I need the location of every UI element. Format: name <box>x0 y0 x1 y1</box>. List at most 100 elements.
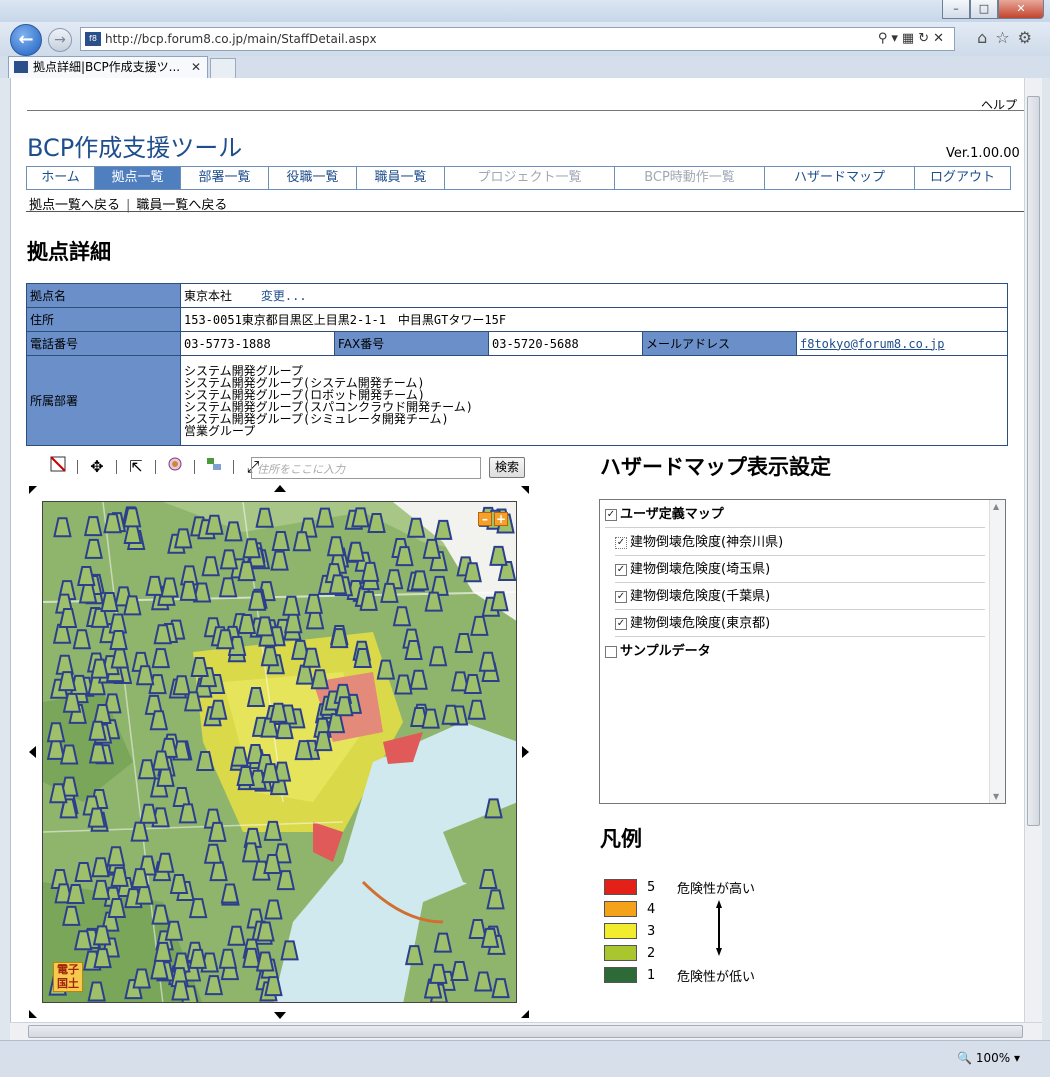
hazard-marker[interactable] <box>270 550 289 571</box>
tab-site-detail[interactable]: 拠点詳細|BCP作成支援ツ... ✕ <box>8 56 208 78</box>
hazard-marker[interactable] <box>93 704 112 725</box>
hazard-marker[interactable] <box>164 920 184 941</box>
hazard-marker[interactable] <box>100 592 119 613</box>
hazard-marker[interactable] <box>203 843 223 864</box>
hazard-marker[interactable] <box>103 513 122 534</box>
hazard-marker[interactable] <box>484 798 503 819</box>
hazard-marker[interactable] <box>292 531 312 552</box>
hazard-marker[interactable] <box>242 538 261 559</box>
pan-right-icon[interactable] <box>522 746 529 758</box>
hazard-marker[interactable] <box>72 629 92 650</box>
hazard-marker[interactable] <box>424 591 444 612</box>
tree-scrollbar[interactable]: ▲ ▼ <box>989 500 1005 803</box>
hazard-marker[interactable] <box>73 930 93 951</box>
hazard-marker[interactable] <box>188 898 208 919</box>
checkbox-sample-data[interactable] <box>605 646 617 658</box>
nav-logout[interactable]: ログアウト <box>915 167 1010 189</box>
hazard-marker[interactable] <box>263 854 282 875</box>
nav-positions[interactable]: 役職一覧 <box>269 167 357 189</box>
nav-projects[interactable]: プロジェクト一覧 <box>445 167 615 189</box>
hazard-marker[interactable] <box>433 519 453 540</box>
tree-item-user-map[interactable]: ✓ ユーザ定義マップ <box>605 502 985 528</box>
hazard-marker[interactable] <box>304 593 324 614</box>
zoom-out-icon[interactable]: – <box>478 512 492 526</box>
hazard-marker[interactable] <box>208 699 228 720</box>
hazard-marker[interactable] <box>246 687 266 708</box>
hazard-marker[interactable] <box>255 507 274 528</box>
hazard-marker[interactable] <box>335 696 354 717</box>
hazard-marker[interactable] <box>91 857 110 878</box>
scroll-up-icon[interactable]: ▲ <box>993 502 999 511</box>
hazard-marker[interactable] <box>441 704 460 725</box>
hazard-marker[interactable] <box>76 565 96 586</box>
hazard-marker[interactable] <box>108 613 128 634</box>
hazard-marker[interactable] <box>55 654 75 675</box>
hazard-marker[interactable] <box>90 658 109 679</box>
email-link[interactable]: f8tokyo@forum8.co.jp <box>800 337 945 351</box>
browser-tool-icons[interactable]: ⌂☆⚙ <box>977 28 1040 47</box>
hazard-marker[interactable] <box>218 948 238 969</box>
hazard-marker[interactable] <box>153 941 173 962</box>
hazard-marker[interactable] <box>87 807 106 828</box>
hazard-marker[interactable] <box>376 659 396 680</box>
hazard-marker[interactable] <box>172 786 191 807</box>
hazard-marker[interactable] <box>173 528 193 549</box>
hazard-marker[interactable] <box>294 740 313 761</box>
hazard-marker[interactable] <box>92 925 112 946</box>
tree-item-kanagawa[interactable]: ✓ 建物倒壊危険度(神奈川県) <box>615 530 985 556</box>
hazard-marker[interactable] <box>328 574 348 595</box>
hazard-marker[interactable] <box>467 699 487 720</box>
pan-up-icon[interactable] <box>274 485 286 492</box>
hazard-marker[interactable] <box>151 648 171 669</box>
hazard-marker[interactable] <box>367 513 386 534</box>
hazard-marker[interactable] <box>139 803 158 824</box>
hazard-marker[interactable] <box>153 624 172 645</box>
hazard-marker[interactable] <box>236 766 255 787</box>
hazard-marker[interactable] <box>169 873 189 894</box>
hazard-marker[interactable] <box>256 921 275 942</box>
hazard-marker[interactable] <box>66 883 85 904</box>
hazard-marker[interactable] <box>263 820 283 841</box>
hazard-marker[interactable] <box>130 868 150 889</box>
forward-icon[interactable]: → <box>48 28 72 52</box>
hazard-marker[interactable] <box>359 590 378 611</box>
hazard-marker[interactable] <box>135 665 155 686</box>
hazard-marker[interactable] <box>474 971 493 992</box>
hazard-marker[interactable] <box>269 702 288 723</box>
hazard-marker[interactable] <box>394 674 413 695</box>
hazard-marker[interactable] <box>284 613 303 634</box>
hazard-marker[interactable] <box>145 575 164 596</box>
nav-sites[interactable]: 拠点一覧 <box>95 167 181 189</box>
hazard-marker[interactable] <box>59 744 79 765</box>
hazard-marker[interactable] <box>87 981 106 1002</box>
hazard-marker[interactable] <box>392 606 412 627</box>
hazard-marker[interactable] <box>88 720 107 741</box>
checkbox-kanagawa[interactable]: ✓ <box>615 536 627 549</box>
hazard-marker[interactable] <box>478 651 498 672</box>
checkbox-saitama[interactable]: ✓ <box>615 563 627 576</box>
nav-hazard-map[interactable]: ハザードマップ <box>765 167 915 189</box>
tree-item-saitama[interactable]: ✓ 建物倒壊危険度(埼玉県) <box>615 557 985 583</box>
nav-departments[interactable]: 部署一覧 <box>181 167 269 189</box>
layers-icon[interactable] <box>203 456 225 478</box>
address-url[interactable]: http://bcp.forum8.co.jp/main/StaffDetail… <box>105 32 377 46</box>
hazard-marker[interactable] <box>346 541 366 562</box>
hazard-marker[interactable] <box>216 629 235 650</box>
scroll-thumb[interactable] <box>1027 96 1040 826</box>
hazard-marker[interactable] <box>110 648 130 669</box>
hazard-marker[interactable] <box>255 951 275 972</box>
map-address-input[interactable]: 住所をここに入力 <box>251 457 481 479</box>
scroll-down-icon[interactable]: ▼ <box>993 792 999 801</box>
hazard-marker[interactable] <box>261 763 280 784</box>
hazard-marker[interactable] <box>74 861 93 882</box>
hazard-marker[interactable] <box>491 978 510 999</box>
hazard-marker[interactable] <box>46 722 66 743</box>
hazard-marker[interactable] <box>205 514 224 535</box>
hazard-marker[interactable] <box>315 507 335 528</box>
hazard-marker[interactable] <box>88 743 108 764</box>
hazard-marker[interactable] <box>91 879 111 900</box>
hazard-marker[interactable] <box>53 517 72 538</box>
hazard-marker[interactable] <box>360 561 380 582</box>
hazard-marker[interactable] <box>46 739 66 760</box>
pan-icon[interactable]: ✥ <box>86 456 108 478</box>
